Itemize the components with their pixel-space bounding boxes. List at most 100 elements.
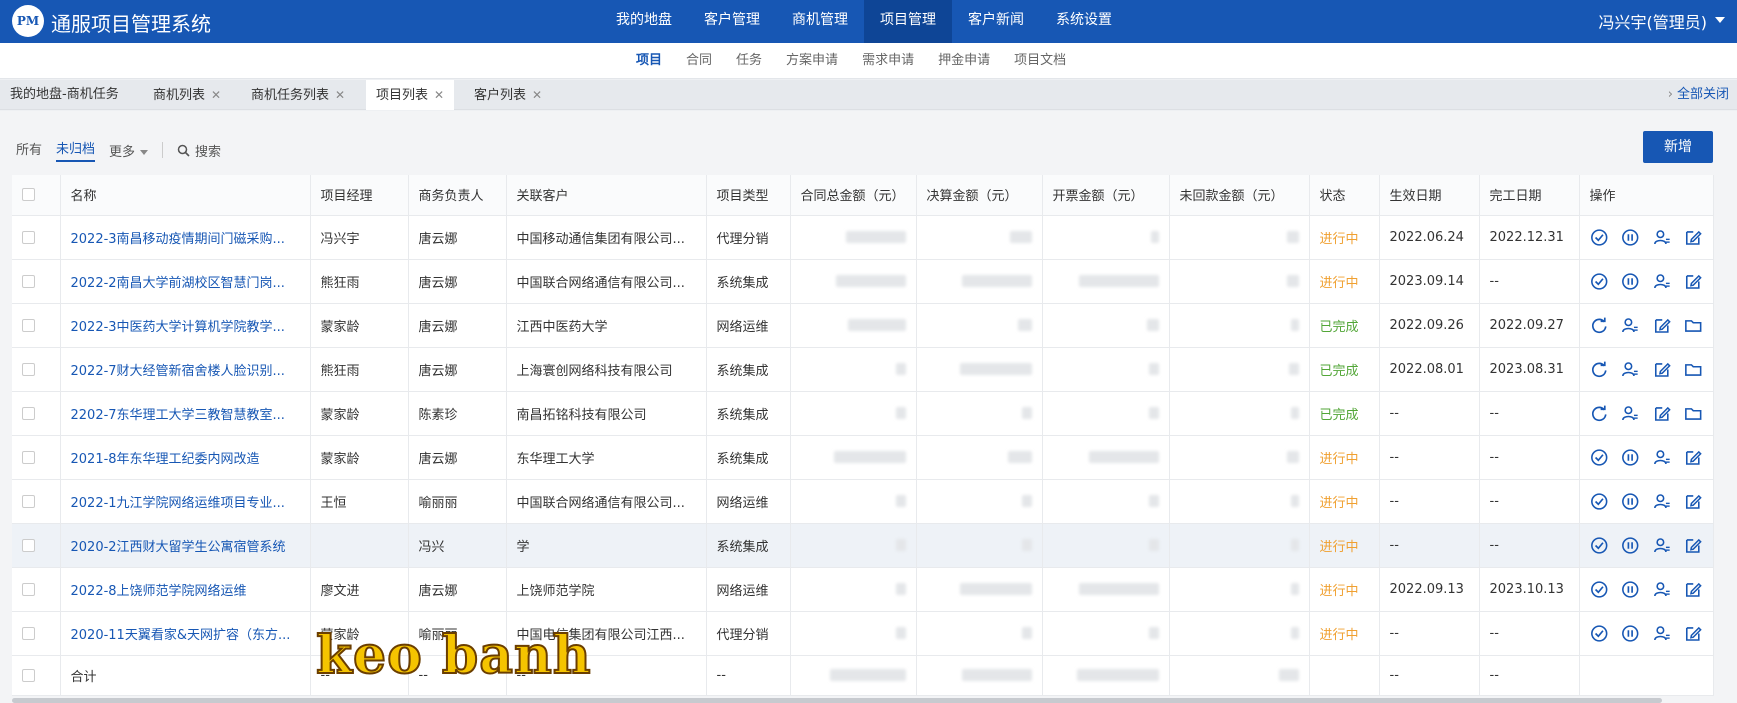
nav-customer-news[interactable]: 客户新闻	[952, 0, 1040, 43]
user-transfer-icon[interactable]	[1653, 536, 1672, 555]
project-name-cell[interactable]: 2020-11天翼看家&天网扩容（东方...	[60, 611, 311, 656]
row-checkbox[interactable]	[12, 567, 61, 612]
edit-icon[interactable]	[1653, 404, 1672, 423]
table-row[interactable]: 2022-3南昌移动疫情期间门磁采购... 冯兴宇 唐云娜 中国移动通信集团有限公司.…	[12, 215, 1714, 260]
table-row[interactable]: 2022-7财大经管新宿舍楼人脸识别... 熊狂雨 唐云娜 上海寰创网络科技有限公司系…	[12, 347, 1714, 392]
filter-more[interactable]: 更多	[109, 141, 149, 160]
pause-circle-icon[interactable]	[1621, 228, 1640, 247]
project-name-link[interactable]: 2022-3中医药大学计算机学院教学...	[71, 320, 285, 335]
project-name-link[interactable]: 2022-7财大经管新宿舍楼人脸识别...	[71, 364, 285, 379]
horizontal-scrollbar[interactable]	[12, 698, 1662, 703]
edit-icon[interactable]	[1684, 624, 1703, 643]
check-circle-icon[interactable]	[1590, 580, 1609, 599]
nav-my-space[interactable]: 我的地盘	[600, 0, 688, 43]
table-row[interactable]: 2022-8上饶师范学院网络运维 廖文进 唐云娜 上饶师范学院 网络运维 进行中 2022.…	[12, 567, 1714, 612]
filter-all[interactable]: 所有	[16, 139, 42, 161]
chevron-down-icon[interactable]	[1715, 17, 1725, 23]
edit-icon[interactable]	[1684, 448, 1703, 467]
close-icon[interactable]: ✕	[335, 88, 345, 102]
project-name-link[interactable]: 2020-11天翼看家&天网扩容（东方...	[71, 628, 291, 643]
project-name-cell[interactable]: 2202-7东华理工大学三教智慧教室...	[60, 391, 311, 436]
check-circle-icon[interactable]	[1590, 272, 1609, 291]
table-row[interactable]: 2022-3中医药大学计算机学院教学... 蒙家龄 唐云娜 江西中医药大学 网络运维 已完…	[12, 303, 1714, 348]
project-name-link[interactable]: 2021-8年东华理工纪委内网改造	[71, 452, 260, 467]
new-project-button[interactable]: 新增	[1643, 131, 1713, 163]
table-row[interactable]: 2021-8年东华理工纪委内网改造 蒙家龄 唐云娜 东华理工大学 系统集成 进行中 -- --	[12, 435, 1714, 480]
row-checkbox[interactable]	[12, 215, 61, 260]
edit-icon[interactable]	[1684, 492, 1703, 511]
user-transfer-icon[interactable]	[1653, 624, 1672, 643]
user-transfer-icon[interactable]	[1653, 492, 1672, 511]
nav-customer-management[interactable]: 客户管理	[688, 0, 776, 43]
project-name-link[interactable]: 2020-2江西财大留学生公寓宿管系统	[71, 540, 286, 555]
row-checkbox[interactable]	[12, 347, 61, 392]
refresh-icon[interactable]	[1590, 360, 1609, 379]
row-checkbox[interactable]	[12, 259, 61, 304]
pause-circle-icon[interactable]	[1621, 624, 1640, 643]
subnav-project-docs[interactable]: 项目文档	[1002, 43, 1078, 79]
table-row[interactable]: 2020-2江西财大留学生公寓宿管系统 冯兴学系统集成 进行中 -- --	[12, 523, 1714, 568]
col-customer[interactable]: 关联客户	[506, 175, 707, 216]
project-name-link[interactable]: 2022-2南昌大学前湖校区智慧门岗...	[71, 276, 285, 291]
user-transfer-icon[interactable]	[1653, 272, 1672, 291]
col-manager[interactable]: 项目经理	[310, 175, 409, 216]
check-circle-icon[interactable]	[1590, 624, 1609, 643]
project-name-link[interactable]: 2022-8上饶师范学院网络运维	[71, 584, 247, 599]
row-checkbox[interactable]	[12, 303, 61, 348]
table-row[interactable]: 2022-2南昌大学前湖校区智慧门岗... 熊狂雨 唐云娜 中国联合网络通信有限公司.…	[12, 259, 1714, 304]
subnav-requirement-request[interactable]: 需求申请	[850, 43, 926, 79]
row-checkbox[interactable]	[12, 479, 61, 524]
edit-icon[interactable]	[1684, 272, 1703, 291]
project-name-cell[interactable]: 2022-1九江学院网络运维项目专业...	[60, 479, 311, 524]
col-business-owner[interactable]: 商务负责人	[408, 175, 507, 216]
edit-icon[interactable]	[1684, 536, 1703, 555]
row-checkbox[interactable]	[12, 523, 61, 568]
tab-opportunity-list[interactable]: 商机列表 ✕	[143, 80, 231, 110]
edit-icon[interactable]	[1653, 360, 1672, 379]
project-name-cell[interactable]: 2022-7财大经管新宿舍楼人脸识别...	[60, 347, 311, 392]
project-name-cell[interactable]: 2021-8年东华理工纪委内网改造	[60, 435, 311, 480]
user-transfer-icon[interactable]	[1653, 448, 1672, 467]
check-circle-icon[interactable]	[1590, 228, 1609, 247]
check-circle-icon[interactable]	[1590, 492, 1609, 511]
project-name-cell[interactable]: 2022-3中医药大学计算机学院教学...	[60, 303, 311, 348]
tab-customer-list[interactable]: 客户列表 ✕	[464, 80, 552, 110]
col-invoice-amount[interactable]: 开票金额（元）	[1042, 175, 1170, 216]
row-checkbox[interactable]	[12, 435, 61, 480]
col-type[interactable]: 项目类型	[706, 175, 791, 216]
search-button[interactable]: 搜索	[177, 141, 221, 160]
subnav-task[interactable]: 任务	[724, 43, 774, 79]
user-transfer-icon[interactable]	[1621, 404, 1640, 423]
check-circle-icon[interactable]	[1590, 536, 1609, 555]
edit-icon[interactable]	[1684, 228, 1703, 247]
table-row[interactable]: 2202-7东华理工大学三教智慧教室... 蒙家龄 陈素珍 南昌拓铭科技有限公司 系统集…	[12, 391, 1714, 436]
subnav-project[interactable]: 项目	[624, 43, 674, 79]
user-menu[interactable]: 冯兴宇(管理员)	[1599, 9, 1708, 33]
col-start-date[interactable]: 生效日期	[1379, 175, 1480, 216]
refresh-icon[interactable]	[1590, 316, 1609, 335]
edit-icon[interactable]	[1653, 316, 1672, 335]
col-status[interactable]: 状态	[1309, 175, 1380, 216]
pause-circle-icon[interactable]	[1621, 492, 1640, 511]
pause-circle-icon[interactable]	[1621, 580, 1640, 599]
close-icon[interactable]: ✕	[434, 88, 444, 102]
user-transfer-icon[interactable]	[1653, 228, 1672, 247]
tab-project-list[interactable]: 项目列表 ✕	[366, 80, 455, 110]
project-name-link[interactable]: 2022-1九江学院网络运维项目专业...	[71, 496, 285, 511]
pause-circle-icon[interactable]	[1621, 272, 1640, 291]
table-row[interactable]: 2020-11天翼看家&天网扩容（东方... 蒙家龄 喻丽丽 中国电信集团有限公司江西…	[12, 611, 1714, 656]
check-circle-icon[interactable]	[1590, 448, 1609, 467]
pause-circle-icon[interactable]	[1621, 448, 1640, 467]
col-contract-amount[interactable]: 合同总金额（元）	[790, 175, 917, 216]
subnav-proposal-request[interactable]: 方案申请	[774, 43, 850, 79]
select-all-checkbox[interactable]	[12, 175, 61, 216]
project-name-link[interactable]: 2022-3南昌移动疫情期间门磁采购...	[71, 232, 285, 247]
close-icon[interactable]: ✕	[211, 88, 221, 102]
subnav-deposit-request[interactable]: 押金申请	[926, 43, 1002, 79]
tab-my-space-tasks[interactable]: 我的地盘-商机任务	[0, 80, 129, 110]
row-checkbox[interactable]	[12, 611, 61, 656]
col-end-date[interactable]: 完工日期	[1479, 175, 1580, 216]
col-name[interactable]: 名称	[60, 175, 311, 216]
project-name-cell[interactable]: 2022-8上饶师范学院网络运维	[60, 567, 311, 612]
project-name-cell[interactable]: 2020-2江西财大留学生公寓宿管系统	[60, 523, 311, 568]
